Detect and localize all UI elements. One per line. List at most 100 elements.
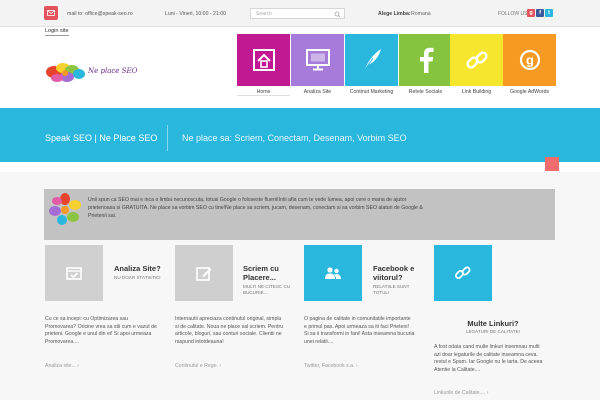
card-subtitle-line: BUCURIE....	[243, 289, 269, 295]
logo-flower-icon[interactable]	[45, 60, 87, 84]
card-body-line: Cu ce sa incepi: cu Optimizarea sau	[45, 316, 129, 322]
card-subtitle-line: TOTUL!	[373, 289, 390, 295]
mail-icon[interactable]	[44, 6, 58, 20]
card-body-line: si de calitate. Noua ne place sal scriem…	[175, 323, 284, 330]
top-bar: mail to: office@speak-seo.ro Luni - Vine…	[0, 0, 600, 27]
search-input[interactable]: Search	[250, 8, 345, 19]
home-icon	[252, 49, 275, 71]
card-body: Cu ce sa incepi: cu Optimizarea sau Prom…	[45, 316, 163, 346]
search-placeholder: Search	[256, 11, 272, 17]
feather-icon	[363, 49, 381, 72]
card-body-line: Atentie la Calitate....	[434, 366, 481, 373]
nav-tile-google-adwords[interactable]: g	[503, 34, 556, 86]
card-body-line: azi doar legaturile de calitate inseamna…	[434, 351, 538, 358]
card-image-analiza[interactable]	[45, 245, 103, 301]
nav-label-link-building[interactable]: Link Building	[450, 89, 503, 95]
card-link-linkuri[interactable]: Linkurile de Calitate.... ›	[434, 390, 489, 396]
card-title-line: Analiza Site?	[114, 264, 161, 273]
card-body-line: O pagina de calitate in comunitatile imp…	[304, 316, 411, 322]
edit-icon	[196, 267, 212, 281]
nav-label-continut-marketing[interactable]: Continut Marketing	[345, 89, 398, 95]
card-body: O pagina de calitate in comunitatile imp…	[304, 316, 422, 346]
card-title[interactable]: Scriem cu Placere...	[243, 264, 279, 282]
card-body-line: Internautii apreciaza continutul origina…	[175, 316, 282, 322]
office-hours: Luni - Vineri, 10:00 - 21:00	[165, 11, 227, 17]
page-title: Speak SEO | Ne Place SEO	[45, 133, 158, 143]
card-title[interactable]: Analiza Site?	[114, 264, 161, 273]
card-body: A fost odata cand multe linkuri insemnau…	[434, 344, 552, 374]
card-body: Internautii apreciaza continutul origina…	[175, 316, 293, 346]
checklist-icon	[66, 267, 82, 280]
nav-tile-continut-marketing[interactable]	[345, 34, 398, 86]
card-subtitle-line: RELATIILE SUNT	[373, 284, 410, 289]
nav-label-home[interactable]: Home	[237, 89, 290, 96]
logo-text[interactable]: Ne place SEO	[88, 67, 137, 75]
link-icon	[455, 266, 471, 279]
card-body-line: Si sa ii transformi in fani! Asta inseam…	[304, 331, 415, 338]
card-title-line: Multe Linkuri?	[467, 319, 519, 328]
card-image-facebook[interactable]	[304, 245, 362, 301]
twitter-icon[interactable]: t	[545, 9, 553, 17]
follow-label: FOLLOW US	[498, 11, 528, 17]
card-link-text: Linkurile de Calitate....	[434, 390, 486, 396]
nav-tile-link-building[interactable]	[450, 34, 503, 86]
link-icon	[465, 51, 488, 69]
card-body-line: A fost odata cand multe linkuri insemnau…	[434, 344, 540, 350]
card-body-line: articole, bloguri, sau conturi sociale. …	[175, 331, 282, 338]
page-subtitle: Ne place sa: Scriem, Conectam, Desenam, …	[182, 133, 407, 143]
card-title[interactable]: Multe Linkuri?	[434, 319, 552, 328]
nav-tile-analiza-site[interactable]	[291, 34, 344, 86]
card-link-social[interactable]: Twitter, Facebook s.a. ›	[304, 363, 358, 369]
card-title-line: Scriem cu	[243, 264, 279, 273]
card-body-line: Promovarea? Oricine vrea sa stii cum e v…	[45, 323, 157, 330]
card-subtitle-line: MULTI NE CITESC CU	[243, 284, 291, 289]
search-icon[interactable]	[334, 11, 341, 18]
nav-label-retele-sociale[interactable]: Retele Sociale	[399, 89, 452, 95]
scroll-top-button[interactable]	[545, 157, 559, 171]
flower-icon	[49, 193, 81, 225]
card-body-line: prieteni. Google e unul din ei! Si apoi …	[45, 331, 152, 338]
users-icon	[325, 267, 341, 279]
intro-line: prietenoasa si GRATUITA. Ne place sa vor…	[88, 205, 423, 211]
card-title-line: viitorul?	[373, 273, 403, 282]
nav-tile-home[interactable]	[237, 34, 290, 86]
card-link-analiza[interactable]: Analiza site... ›	[45, 363, 79, 369]
card-image-linkuri[interactable]	[434, 245, 492, 301]
svg-text:g: g	[526, 53, 534, 68]
intro-line: Prietenii sai.	[88, 213, 117, 219]
band-divider	[167, 125, 168, 151]
card-body-line: Promovarea....	[45, 338, 80, 345]
card-subtitle: LEGATURI DE CALITATE!	[434, 329, 552, 335]
intro-text: Unii spun ca SEO mai e inca o limba necu…	[88, 196, 543, 220]
card-subtitle-line: NU DOAR STATISTICI	[114, 275, 161, 280]
card-title-line: Placere...	[243, 273, 276, 282]
card-subtitle: NU DOAR STATISTICI	[114, 275, 161, 281]
card-subtitle: MULTI NE CITESC CU BUCURIE....	[243, 284, 290, 295]
card-body-line: unei relatii....	[304, 338, 334, 345]
email-link[interactable]: mail to: office@speak-seo.ro	[67, 11, 133, 17]
language-select[interactable]: Romana	[411, 11, 431, 17]
card-link-text: Analiza site...	[45, 363, 76, 369]
card-link-continut[interactable]: Continutul e Rege. ›	[175, 363, 221, 369]
language-label: Alege Limba:	[378, 11, 411, 17]
card-subtitle-line: LEGATURI DE CALITATE!	[465, 329, 521, 334]
login-link[interactable]: Login site	[45, 28, 69, 36]
card-body-line: e primul pas. Apoi urmeaza sa iti faci P…	[304, 323, 409, 330]
google-plus-icon[interactable]: g	[527, 9, 535, 17]
monitor-icon	[305, 49, 330, 71]
facebook-icon[interactable]: f	[536, 9, 544, 17]
card-subtitle: RELATIILE SUNT TOTUL!	[373, 284, 409, 295]
card-link-text: Twitter, Facebook s.a.	[304, 363, 355, 369]
google-icon: g	[519, 49, 540, 71]
card-body-line: restul e Spam. Iar Google nu le iarta. D…	[434, 359, 543, 366]
card-body-line: raspund intotdeauna!	[175, 338, 224, 345]
facebook-icon	[419, 47, 433, 73]
card-image-scriem[interactable]	[175, 245, 233, 301]
nav-label-analiza-site[interactable]: Analiza Site	[291, 89, 344, 95]
nav-tile-retele-sociale[interactable]	[399, 34, 452, 86]
card-title[interactable]: Facebook e viitorul?	[373, 264, 414, 282]
card-title-line: Facebook e	[373, 264, 415, 273]
intro-line: Unii spun ca SEO mai e inca o limba necu…	[88, 197, 407, 203]
nav-label-google-adwords[interactable]: Google AdWords	[503, 89, 556, 95]
card-link-text: Continutul e Rege.	[175, 363, 218, 369]
